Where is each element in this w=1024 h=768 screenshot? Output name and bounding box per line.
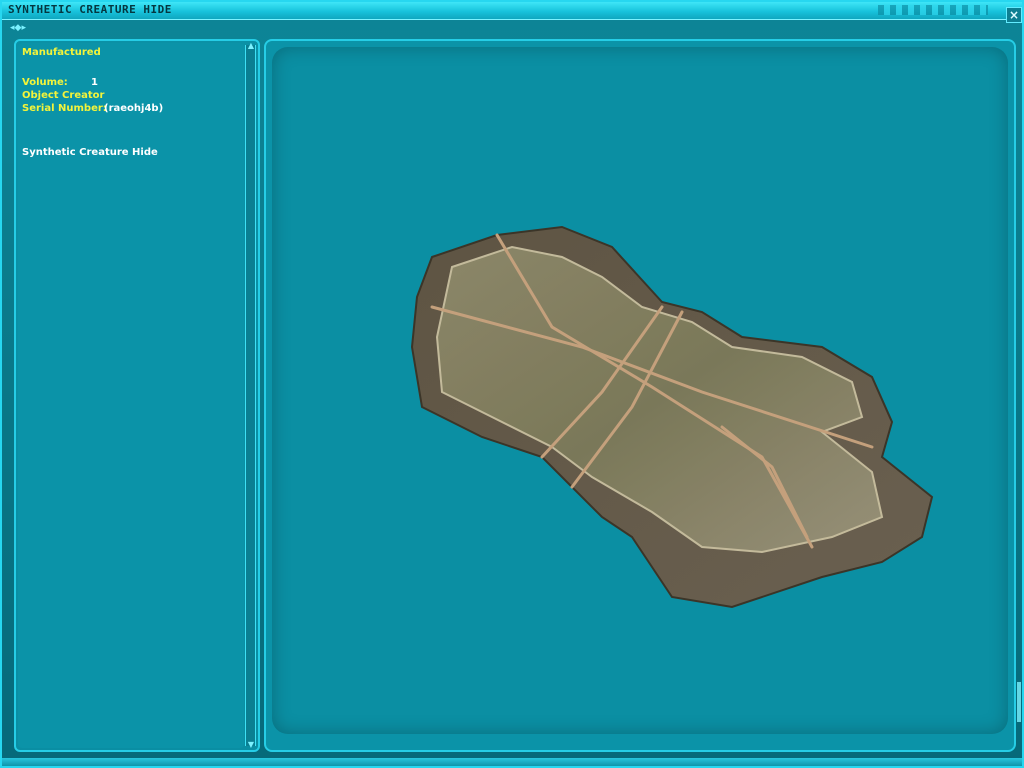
volume-value: 1	[91, 77, 98, 88]
creature-hide-model	[410, 225, 934, 609]
serial-number-value: (raeohj4b)	[104, 103, 164, 114]
close-button[interactable]: ×	[1006, 7, 1022, 23]
close-icon: ×	[1008, 8, 1020, 22]
item-info-panel: Manufactured Volume: 1 Object Creator Se…	[14, 39, 260, 752]
scroll-down-icon[interactable]: ▼	[245, 740, 257, 750]
item-type-label: Manufactured	[22, 47, 101, 58]
title-decoration	[878, 5, 988, 15]
item-description: Synthetic Creature Hide	[22, 147, 158, 158]
model-viewer[interactable]	[264, 39, 1016, 752]
object-creator-label: Object Creator	[22, 90, 105, 101]
item-examine-window: SYNTHETIC CREATURE HIDE × ◂◆▸ Manufactur…	[0, 0, 1024, 768]
item-info-content: Manufactured Volume: 1 Object Creator Se…	[18, 43, 244, 748]
info-scrollbar[interactable]	[245, 45, 256, 746]
volume-label: Volume:	[22, 77, 68, 88]
title-bar[interactable]: SYNTHETIC CREATURE HIDE	[2, 2, 1022, 20]
resize-handle[interactable]	[1017, 682, 1021, 722]
window-bottom-bar	[2, 758, 1022, 766]
nav-arrows-icon[interactable]: ◂◆▸	[10, 23, 40, 33]
window-title: SYNTHETIC CREATURE HIDE	[8, 3, 172, 16]
serial-number-label: Serial Number:	[22, 103, 107, 114]
scroll-up-icon[interactable]: ▲	[245, 41, 257, 51]
model-viewport[interactable]	[272, 47, 1008, 734]
